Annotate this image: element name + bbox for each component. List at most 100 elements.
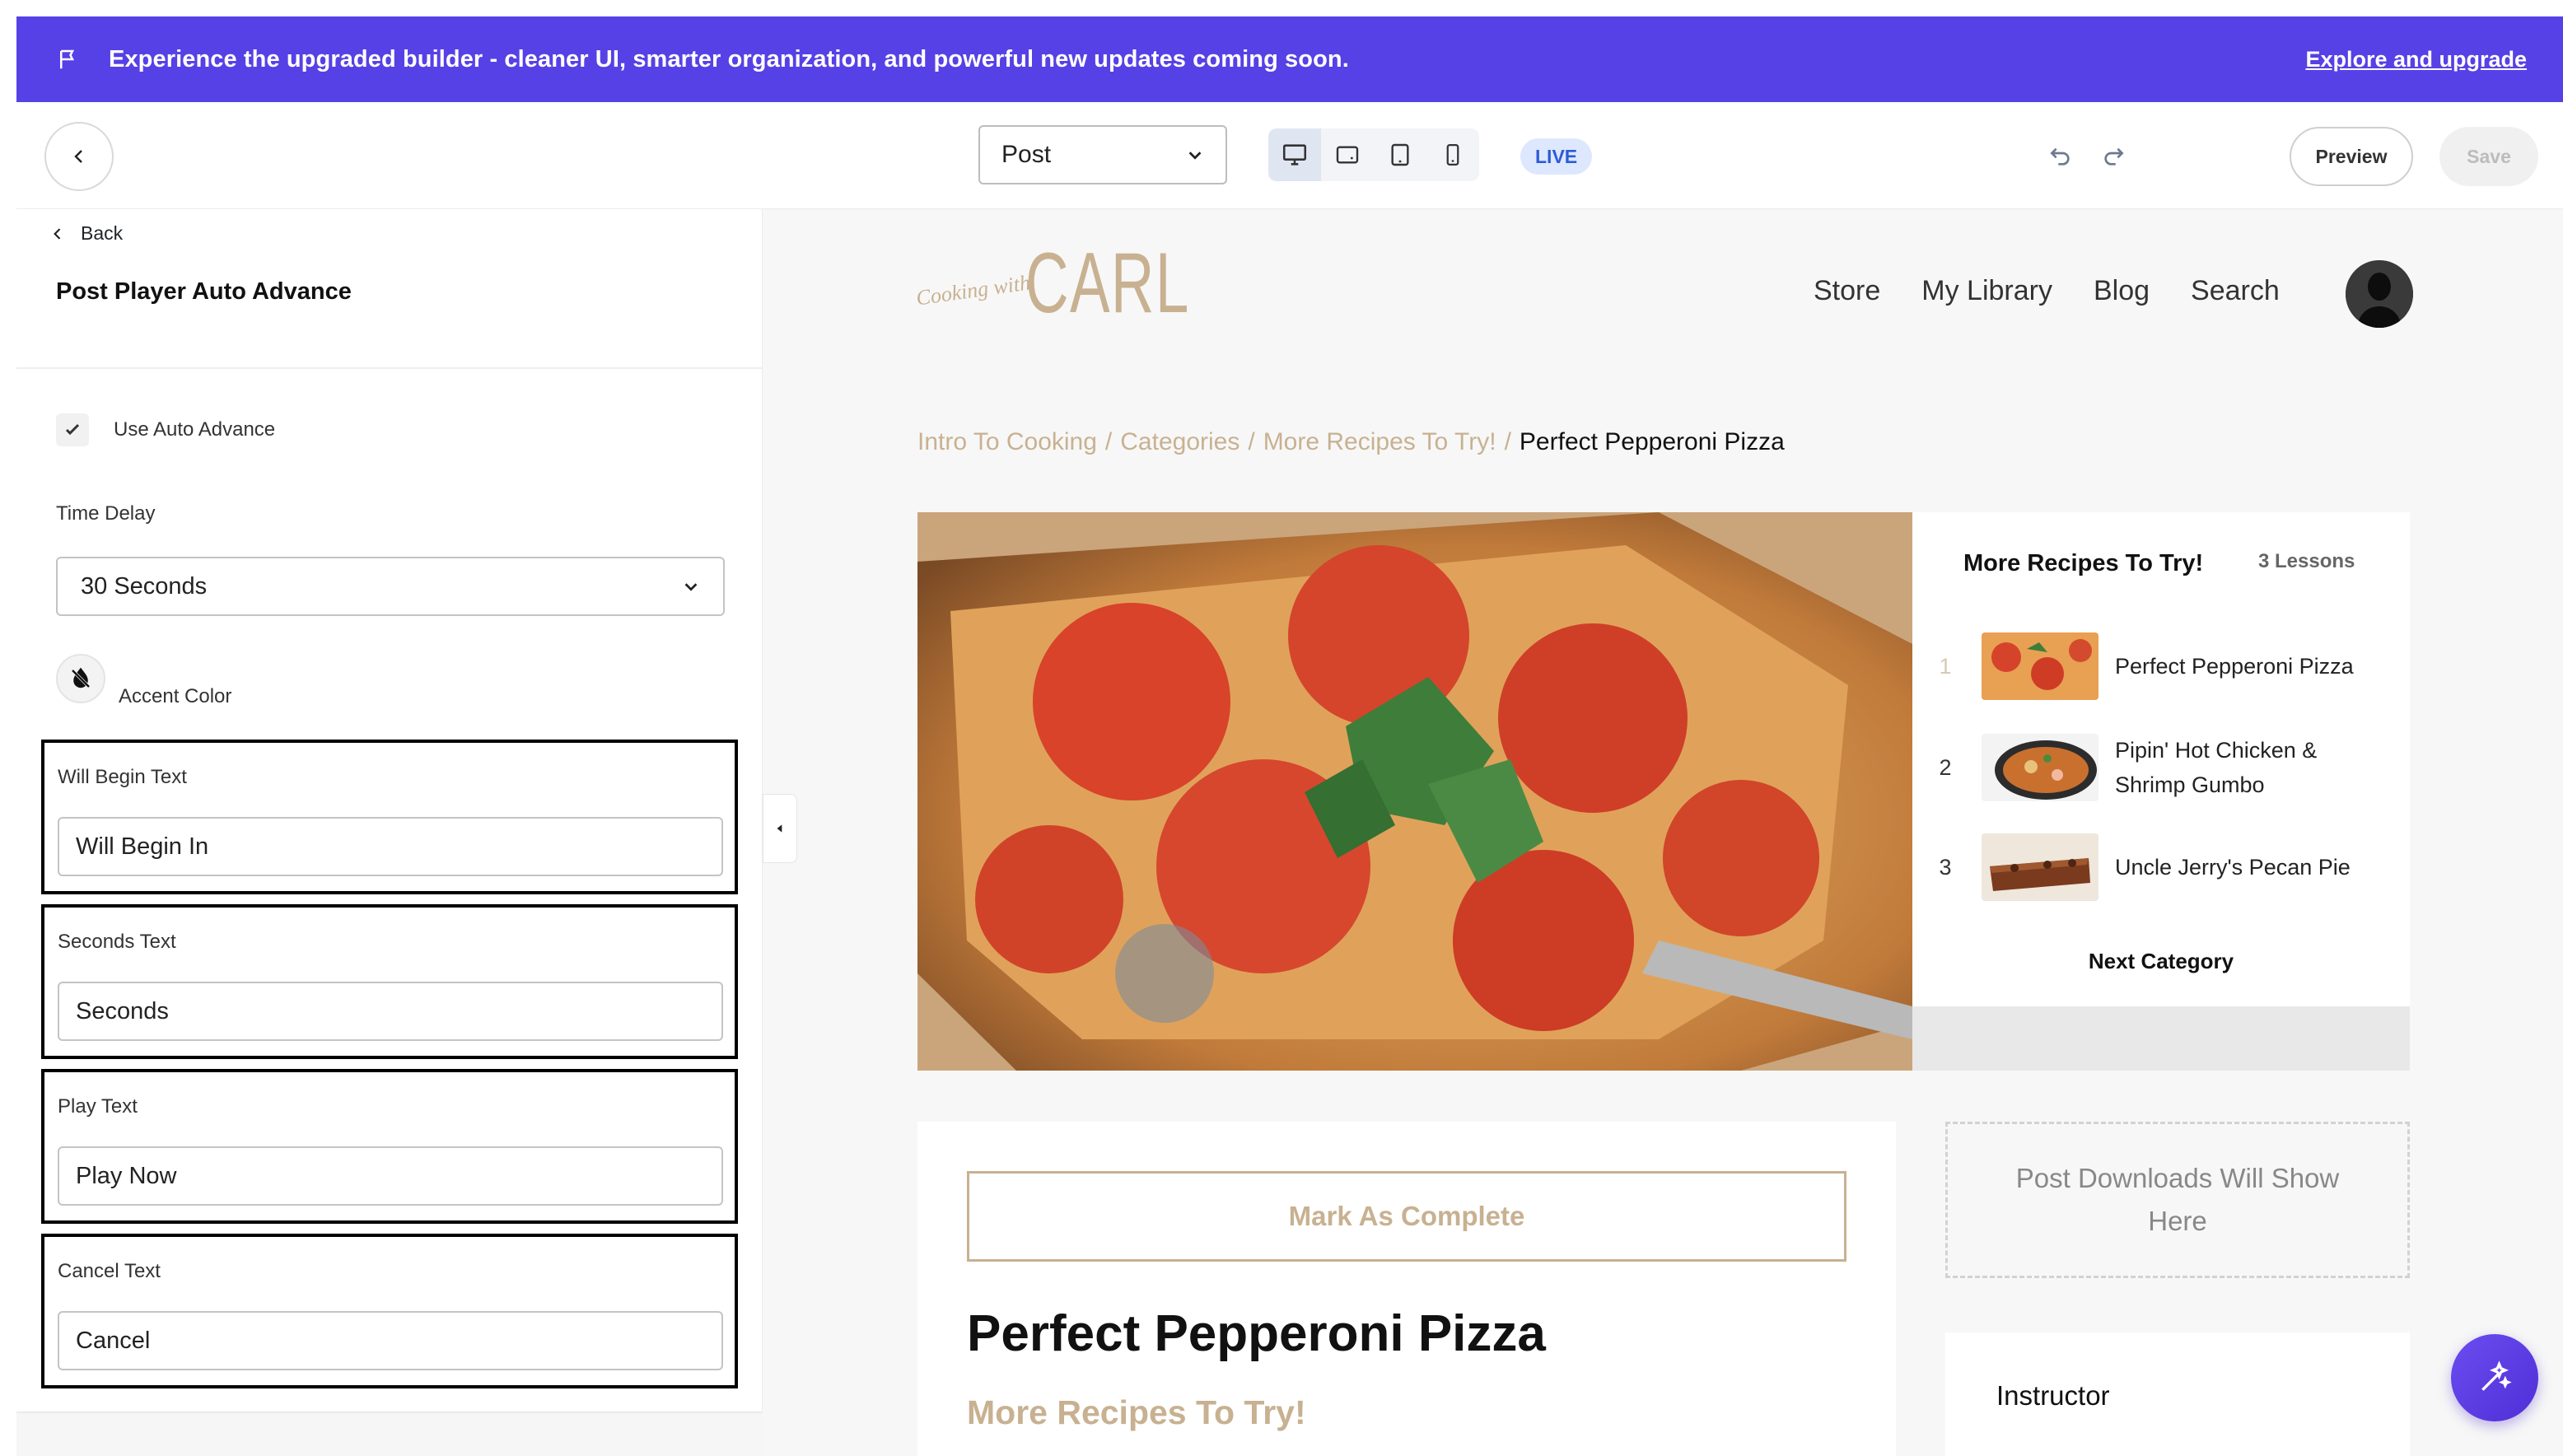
time-delay-label: Time Delay bbox=[56, 502, 156, 525]
desktop-icon bbox=[1282, 144, 1307, 166]
back-label: Back bbox=[81, 222, 124, 244]
mobile-icon bbox=[1446, 144, 1459, 166]
tablet-view-button[interactable] bbox=[1374, 128, 1426, 181]
ai-assistant-button[interactable] bbox=[2451, 1334, 2538, 1421]
save-button[interactable]: Save bbox=[2439, 127, 2538, 186]
lesson-thumbnail bbox=[1982, 734, 2098, 801]
lesson-count: 3 Lessons bbox=[2258, 550, 2355, 572]
play-text-group: Play Text bbox=[41, 1069, 738, 1224]
auto-advance-checkbox[interactable] bbox=[56, 413, 89, 446]
will-begin-text-group: Will Begin Text bbox=[41, 740, 738, 894]
time-delay-select[interactable]: 30 Seconds bbox=[56, 557, 725, 616]
preview-button[interactable]: Preview bbox=[2290, 127, 2413, 186]
play-text-label: Play Text bbox=[58, 1095, 138, 1118]
nav-search[interactable]: Search bbox=[2191, 275, 2280, 307]
breadcrumb: Intro To Cooking / Categories / More Recip… bbox=[917, 428, 1785, 456]
post-content-card: Mark As Complete Perfect Pepperoni Pizza… bbox=[917, 1122, 1896, 1456]
cancel-text-label: Cancel Text bbox=[58, 1260, 161, 1282]
breadcrumb-current: Perfect Pepperoni Pizza bbox=[1519, 428, 1785, 455]
page-type-value: Post bbox=[1001, 141, 1052, 168]
sparkle-wand-icon bbox=[2481, 1360, 2512, 1391]
caret-left-icon bbox=[777, 824, 782, 833]
flag-icon bbox=[60, 49, 75, 69]
accent-color-swatch[interactable] bbox=[56, 654, 105, 703]
mark-complete-button[interactable]: Mark As Complete bbox=[967, 1171, 1846, 1262]
undo-icon bbox=[2050, 147, 2070, 166]
no-color-drop-icon bbox=[71, 667, 91, 688]
site-logo[interactable]: Cooking with CARL bbox=[914, 236, 1261, 331]
lesson-item[interactable]: 1 Perfect Pepperoni Pizza bbox=[1929, 632, 2362, 700]
breadcrumb-item[interactable]: Intro To Cooking bbox=[917, 428, 1097, 456]
nav-store[interactable]: Store bbox=[1814, 275, 1880, 307]
preview-canvas: Cooking with CARL Store My Library Blog … bbox=[763, 209, 2563, 1456]
seconds-text-input[interactable] bbox=[58, 982, 723, 1041]
laptop-view-button[interactable] bbox=[1321, 128, 1374, 181]
lesson-title: Pipin' Hot Chicken & Shrimp Gumbo bbox=[2115, 738, 2318, 797]
redo-button[interactable] bbox=[2095, 138, 2131, 175]
user-avatar[interactable] bbox=[2346, 260, 2413, 328]
lesson-thumbnail bbox=[1982, 632, 2098, 700]
explore-upgrade-link[interactable]: Explore and upgrade bbox=[2305, 47, 2527, 72]
lesson-title: Uncle Jerry's Pecan Pie bbox=[2115, 855, 2351, 880]
back-link[interactable]: Back bbox=[49, 222, 123, 245]
checkmark-icon bbox=[65, 423, 80, 436]
chevron-left-icon bbox=[74, 150, 82, 163]
play-text-input[interactable] bbox=[58, 1146, 723, 1206]
redo-icon bbox=[2104, 147, 2124, 166]
lesson-thumbnail bbox=[1982, 833, 2098, 901]
panel-title: Post Player Auto Advance bbox=[56, 278, 352, 305]
panel-divider bbox=[16, 367, 763, 369]
sidebar-footer bbox=[1912, 1006, 2410, 1071]
next-category-link[interactable]: Next Category bbox=[1912, 949, 2410, 974]
nav-my-library[interactable]: My Library bbox=[1921, 275, 2052, 307]
seconds-text-group: Seconds Text bbox=[41, 904, 738, 1059]
exit-button[interactable] bbox=[44, 122, 114, 191]
mobile-view-button[interactable] bbox=[1426, 128, 1479, 181]
banner-message: Experience the upgraded builder - cleane… bbox=[109, 45, 1349, 72]
page-type-select[interactable]: Post bbox=[978, 125, 1227, 184]
tablet-icon bbox=[1391, 143, 1409, 166]
post-hero-image bbox=[917, 512, 1912, 1071]
live-status-badge: LIVE bbox=[1520, 138, 1593, 175]
logo-script: Cooking with bbox=[914, 270, 1032, 310]
post-category[interactable]: More Recipes To Try! bbox=[967, 1393, 1306, 1432]
post-downloads-placeholder: Post Downloads Will Show Here bbox=[1945, 1122, 2410, 1278]
instructor-label: Instructor bbox=[1996, 1380, 2110, 1411]
will-begin-text-input[interactable] bbox=[58, 817, 723, 876]
breadcrumb-item[interactable]: Categories bbox=[1120, 428, 1239, 456]
tablet-landscape-icon bbox=[1336, 146, 1359, 164]
undo-button[interactable] bbox=[2042, 138, 2079, 175]
panel-footer bbox=[16, 1412, 763, 1456]
will-begin-text-label: Will Begin Text bbox=[58, 766, 187, 788]
logo-word: CARL bbox=[1025, 236, 1191, 331]
cancel-text-input[interactable] bbox=[58, 1311, 723, 1370]
lesson-number: 3 bbox=[1939, 854, 1952, 880]
post-title: Perfect Pepperoni Pizza bbox=[967, 1305, 1546, 1362]
pizza-image bbox=[917, 512, 1912, 1071]
chevron-down-icon bbox=[684, 583, 698, 591]
settings-panel: Back Post Player Auto Advance Use Auto A… bbox=[16, 209, 763, 1456]
lessons-sidebar: More Recipes To Try! 3 Lessons 1 Perfect… bbox=[1912, 512, 2410, 1006]
collapse-panel-toggle[interactable] bbox=[763, 794, 797, 863]
lesson-title: Perfect Pepperoni Pizza bbox=[2115, 654, 2354, 679]
auto-advance-row: Use Auto Advance bbox=[56, 413, 275, 446]
desktop-view-button[interactable] bbox=[1268, 128, 1321, 181]
seconds-text-label: Seconds Text bbox=[58, 931, 176, 953]
chevron-left-icon bbox=[54, 227, 61, 240]
breadcrumb-item[interactable]: More Recipes To Try! bbox=[1263, 428, 1496, 456]
instructor-card: Instructor bbox=[1945, 1332, 2410, 1456]
sidebar-title: More Recipes To Try! bbox=[1963, 550, 2204, 576]
builder-toolbar: Post LIVE Preview Save bbox=[16, 102, 2563, 209]
lesson-item[interactable]: 2 Pipin' Hot Chicken & Shrimp Gumbo bbox=[1929, 733, 2362, 802]
lesson-item[interactable]: 3 Uncle Jerry's Pecan Pie bbox=[1929, 833, 2362, 901]
cancel-text-group: Cancel Text bbox=[41, 1234, 738, 1388]
auto-advance-label: Use Auto Advance bbox=[114, 418, 276, 441]
time-delay-value: 30 Seconds bbox=[81, 572, 208, 600]
nav-blog[interactable]: Blog bbox=[2094, 275, 2150, 307]
chevron-down-icon bbox=[1188, 152, 1202, 160]
accent-color-label: Accent Color bbox=[119, 685, 232, 707]
site-nav: Store My Library Blog Search bbox=[1814, 275, 2280, 307]
user-silhouette-icon bbox=[2346, 260, 2413, 328]
device-switcher bbox=[1268, 128, 1479, 181]
lesson-number: 2 bbox=[1939, 754, 1952, 780]
